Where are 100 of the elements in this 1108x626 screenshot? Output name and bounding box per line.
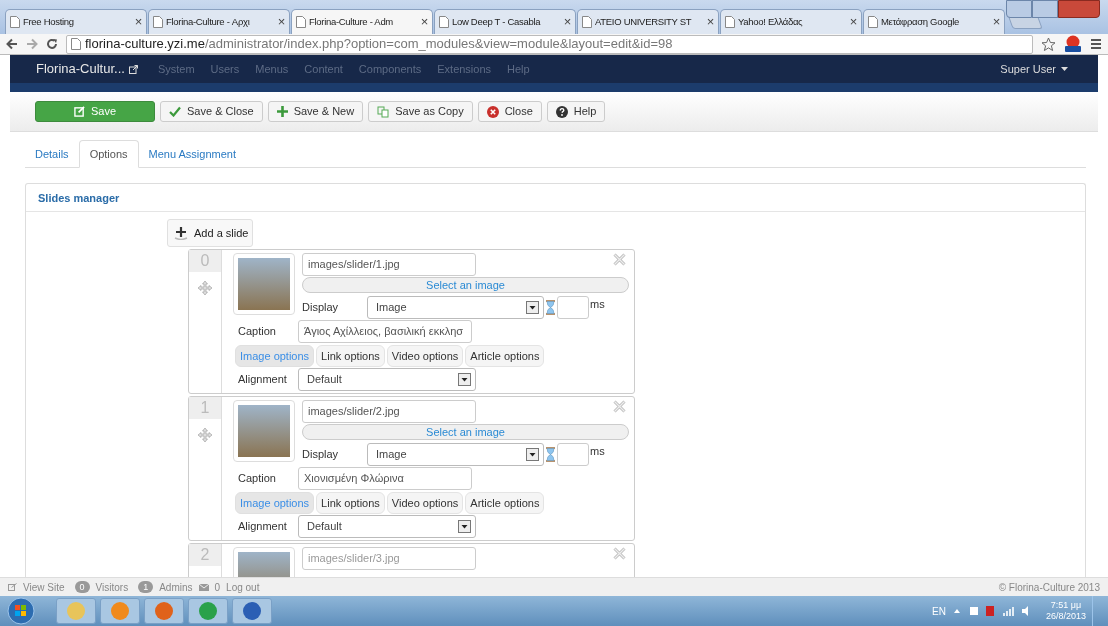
tab-close[interactable]: × (706, 12, 714, 32)
forward-arrow-icon[interactable] (26, 38, 38, 50)
tab-title: Free Hosting (23, 14, 75, 29)
page-icon (71, 38, 81, 50)
tab-title: ATEIO UNIVERSITY ST (595, 14, 693, 29)
plus-icon (276, 106, 288, 117)
taskbar-app-button[interactable] (56, 598, 96, 624)
window-close-button[interactable] (1058, 0, 1100, 18)
menu-icon[interactable] (1090, 38, 1102, 50)
caret-icon (1061, 67, 1068, 71)
remove-icon[interactable] (613, 253, 626, 266)
edit-icon (73, 106, 85, 117)
tab-title: Florina-Culture - Adm (309, 14, 394, 29)
minimize-button[interactable] (1006, 0, 1032, 18)
page-icon (153, 16, 163, 28)
plus-icon (174, 226, 188, 240)
browser-tab[interactable]: ATEIO UNIVERSITY ST × (577, 9, 719, 34)
maximize-button[interactable] (1032, 0, 1058, 18)
alignment-label: Alignment (237, 372, 288, 388)
tab-close[interactable]: × (849, 12, 857, 32)
toolbar-button[interactable]: Save & Close (160, 101, 263, 122)
tab-close[interactable]: × (992, 12, 1000, 32)
caption-label: Caption (237, 324, 277, 340)
envelope-icon (198, 583, 209, 591)
ms-label: ms (590, 444, 605, 459)
dropdown[interactable]: Default (298, 515, 476, 538)
image-path-field[interactable]: images/slider/2.jpg (302, 400, 476, 423)
page-icon (296, 16, 306, 28)
tab-title: Florina-Culture - Αρχι (166, 14, 251, 29)
caption-field[interactable]: Χιονισμένη Φλώρινα (298, 467, 472, 490)
external-link-icon (128, 64, 138, 74)
toolbar-button[interactable]: Close (477, 101, 542, 122)
hourglass-icon (545, 300, 556, 315)
remove-icon[interactable] (613, 547, 626, 560)
check-icon (169, 106, 181, 117)
browser-tab[interactable]: Free Hosting × (5, 9, 147, 34)
option-tab[interactable]: Video options (386, 345, 464, 367)
dropdown[interactable]: Image (367, 443, 544, 466)
add-slide-button[interactable]: Add a slide (167, 219, 253, 247)
toolbar-button[interactable]: Save & New (267, 101, 364, 122)
browser-tab[interactable]: Florina-Culture - Αρχι × (148, 9, 290, 34)
page-icon (439, 16, 449, 28)
hourglass-icon (545, 447, 556, 462)
dropdown[interactable]: Default (298, 368, 476, 391)
option-tab[interactable]: Link options (316, 492, 385, 514)
count-badge: 1 (138, 581, 154, 593)
star-icon[interactable] (1041, 36, 1056, 52)
option-tab[interactable]: Article options (465, 345, 545, 367)
copyright: © Florina-Culture 2013 (998, 580, 1100, 595)
browser-tab[interactable]: Yahoo! Ελλάδας × (720, 9, 862, 34)
start-button-icon[interactable] (6, 597, 36, 625)
copy-icon (377, 105, 390, 118)
caption-field[interactable]: Άγιος Αχίλλειος, βασιλική εκκλησ (298, 320, 472, 343)
visitors-label: Visitors (95, 580, 129, 595)
option-tab[interactable]: Link options (316, 345, 385, 367)
tab-close[interactable]: × (134, 12, 142, 32)
tab-title: Μετάφραση Google (881, 14, 960, 29)
alignment-label: Alignment (237, 519, 288, 535)
toolbar-button[interactable]: Save as Copy (368, 101, 473, 122)
tab-close[interactable]: × (277, 12, 285, 32)
page-icon (725, 16, 735, 28)
move-handle-icon[interactable] (198, 281, 212, 295)
toolbar-button[interactable]: Help (546, 101, 606, 122)
tab-close[interactable]: × (563, 12, 571, 32)
browser-tab[interactable]: Μετάφραση Google × (863, 9, 1005, 34)
option-tab[interactable]: Article options (465, 492, 545, 514)
address-field[interactable]: florina-culture.yzi.me/administrator/index.php?option=com_modules&view=module&layout=edit&id=98 (66, 34, 1033, 54)
tab-title: Low Deep T - Casabla (452, 14, 542, 29)
duration-field[interactable] (557, 296, 589, 319)
admins-label: Admins (159, 580, 193, 595)
image-path-field[interactable]: images/slider/1.jpg (302, 253, 476, 276)
taskbar-app-button[interactable] (232, 598, 272, 624)
display-label: Display (302, 300, 340, 316)
browser-tab[interactable]: Florina-Culture - Adm × (291, 9, 433, 34)
tab-close[interactable]: × (420, 12, 428, 32)
option-tab[interactable]: Video options (386, 492, 464, 514)
page-tab[interactable]: Details (25, 140, 79, 168)
reload-icon[interactable] (46, 38, 58, 50)
taskbar-app-button[interactable] (100, 598, 140, 624)
taskbar-app-button[interactable] (144, 598, 184, 624)
back-arrow-icon[interactable] (6, 38, 18, 50)
duration-field[interactable] (557, 443, 589, 466)
tab-title: Yahoo! Ελλάδας (738, 14, 804, 29)
move-handle-icon[interactable] (198, 428, 212, 442)
page-tab[interactable]: Menu Assignment (138, 140, 246, 168)
help-icon (555, 105, 568, 118)
external-link-icon (8, 583, 17, 591)
count-badge: 0 (74, 581, 90, 593)
site-name-link[interactable]: Florina-Cultur... (36, 59, 138, 79)
page-tab[interactable]: Options (78, 140, 139, 168)
dropdown[interactable]: Image (367, 296, 544, 319)
caption-label: Caption (237, 471, 277, 487)
display-label: Display (302, 447, 340, 463)
ms-label: ms (590, 297, 605, 312)
taskbar-app-button[interactable] (188, 598, 228, 624)
extension-icon[interactable] (1064, 35, 1082, 53)
page-icon (582, 16, 592, 28)
user-menu[interactable]: Super User (1000, 60, 1068, 78)
browser-tab[interactable]: Low Deep T - Casabla × (434, 9, 576, 34)
remove-icon[interactable] (613, 400, 626, 413)
